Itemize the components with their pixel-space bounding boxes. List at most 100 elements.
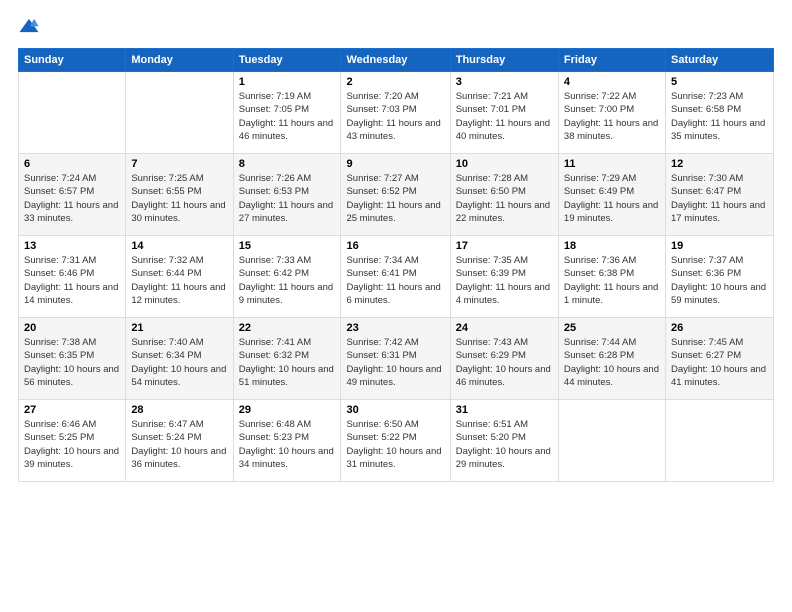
day-number: 22 [239, 322, 336, 334]
calendar-cell: 21Sunrise: 7:40 AM Sunset: 6:34 PM Dayli… [126, 318, 233, 400]
day-number: 1 [239, 76, 336, 88]
day-info: Sunrise: 7:31 AM Sunset: 6:46 PM Dayligh… [24, 254, 120, 307]
day-number: 3 [456, 76, 553, 88]
day-info: Sunrise: 6:48 AM Sunset: 5:23 PM Dayligh… [239, 418, 336, 471]
weekday-header-thursday: Thursday [450, 49, 558, 72]
calendar-cell: 8 Sunrise: 7:26 AM Sunset: 6:53 PM Daylig… [233, 154, 341, 236]
day-info: Sunrise: 7:44 AM Sunset: 6:28 PM Dayligh… [564, 336, 660, 389]
weekday-header-wednesday: Wednesday [341, 49, 450, 72]
day-number: 23 [346, 322, 444, 334]
calendar-cell: 22 Sunrise: 7:41 AM Sunset: 6:32 PM Dayli… [233, 318, 341, 400]
calendar-cell: 10 Sunrise: 7:28 AM Sunset: 6:50 PM Dayli… [450, 154, 558, 236]
calendar-cell: 2 Sunrise: 7:20 AM Sunset: 7:03 PM Daylig… [341, 72, 450, 154]
day-number: 29 [239, 404, 336, 416]
day-info: Sunrise: 7:24 AM Sunset: 6:57 PM Dayligh… [24, 172, 120, 225]
calendar-cell: 11 Sunrise: 7:29 AM Sunset: 6:49 PM Dayli… [558, 154, 665, 236]
calendar-cell: 15 Sunrise: 7:33 AM Sunset: 6:42 PM Dayli… [233, 236, 341, 318]
day-number: 28 [131, 404, 227, 416]
calendar-cell: 16Sunrise: 7:34 AM Sunset: 6:41 PM Dayli… [341, 236, 450, 318]
day-number: 6 [24, 158, 120, 170]
weekday-header-friday: Friday [558, 49, 665, 72]
day-info: Sunrise: 7:22 AM Sunset: 7:00 PM Dayligh… [564, 90, 660, 143]
day-info: Sunrise: 6:50 AM Sunset: 5:22 PM Dayligh… [346, 418, 444, 471]
day-info: Sunrise: 6:51 AM Sunset: 5:20 PM Dayligh… [456, 418, 553, 471]
day-info: Sunrise: 7:30 AM Sunset: 6:47 PM Dayligh… [671, 172, 768, 225]
day-number: 10 [456, 158, 553, 170]
day-info: Sunrise: 7:43 AM Sunset: 6:29 PM Dayligh… [456, 336, 553, 389]
day-number: 4 [564, 76, 660, 88]
weekday-header-saturday: Saturday [665, 49, 773, 72]
calendar-week-5: 27 Sunrise: 6:46 AM Sunset: 5:25 PM Dayli… [19, 400, 774, 482]
weekday-header-tuesday: Tuesday [233, 49, 341, 72]
calendar-cell: 6 Sunrise: 7:24 AM Sunset: 6:57 PM Daylig… [19, 154, 126, 236]
calendar-cell: 13Sunrise: 7:31 AM Sunset: 6:46 PM Dayli… [19, 236, 126, 318]
calendar-cell: 20Sunrise: 7:38 AM Sunset: 6:35 PM Dayli… [19, 318, 126, 400]
calendar-cell: 3 Sunrise: 7:21 AM Sunset: 7:01 PM Daylig… [450, 72, 558, 154]
day-number: 5 [671, 76, 768, 88]
day-info: Sunrise: 7:20 AM Sunset: 7:03 PM Dayligh… [346, 90, 444, 143]
day-info: Sunrise: 7:26 AM Sunset: 6:53 PM Dayligh… [239, 172, 336, 225]
day-info: Sunrise: 7:28 AM Sunset: 6:50 PM Dayligh… [456, 172, 553, 225]
day-number: 16 [346, 240, 444, 252]
calendar-cell [19, 72, 126, 154]
calendar-week-4: 20Sunrise: 7:38 AM Sunset: 6:35 PM Dayli… [19, 318, 774, 400]
day-number: 20 [24, 322, 120, 334]
calendar-cell: 17 Sunrise: 7:35 AM Sunset: 6:39 PM Dayli… [450, 236, 558, 318]
calendar-cell [558, 400, 665, 482]
calendar-cell: 31Sunrise: 6:51 AM Sunset: 5:20 PM Dayli… [450, 400, 558, 482]
calendar-week-2: 6 Sunrise: 7:24 AM Sunset: 6:57 PM Daylig… [19, 154, 774, 236]
calendar-cell: 1 Sunrise: 7:19 AM Sunset: 7:05 PM Daylig… [233, 72, 341, 154]
day-number: 17 [456, 240, 553, 252]
day-info: Sunrise: 7:27 AM Sunset: 6:52 PM Dayligh… [346, 172, 444, 225]
weekday-header-monday: Monday [126, 49, 233, 72]
day-number: 27 [24, 404, 120, 416]
calendar-cell: 5Sunrise: 7:23 AM Sunset: 6:58 PM Daylig… [665, 72, 773, 154]
calendar-cell: 29 Sunrise: 6:48 AM Sunset: 5:23 PM Dayli… [233, 400, 341, 482]
calendar-cell: 19 Sunrise: 7:37 AM Sunset: 6:36 PM Dayli… [665, 236, 773, 318]
calendar-cell: 25 Sunrise: 7:44 AM Sunset: 6:28 PM Dayli… [558, 318, 665, 400]
day-number: 26 [671, 322, 768, 334]
day-info: Sunrise: 7:25 AM Sunset: 6:55 PM Dayligh… [131, 172, 227, 225]
day-number: 30 [346, 404, 444, 416]
calendar-cell: 24 Sunrise: 7:43 AM Sunset: 6:29 PM Dayli… [450, 318, 558, 400]
weekday-header-sunday: Sunday [19, 49, 126, 72]
calendar-cell [126, 72, 233, 154]
calendar-cell: 28Sunrise: 6:47 AM Sunset: 5:24 PM Dayli… [126, 400, 233, 482]
calendar-cell: 12 Sunrise: 7:30 AM Sunset: 6:47 PM Dayli… [665, 154, 773, 236]
calendar-cell: 26Sunrise: 7:45 AM Sunset: 6:27 PM Dayli… [665, 318, 773, 400]
day-number: 12 [671, 158, 768, 170]
day-info: Sunrise: 7:32 AM Sunset: 6:44 PM Dayligh… [131, 254, 227, 307]
calendar-cell: 4 Sunrise: 7:22 AM Sunset: 7:00 PM Daylig… [558, 72, 665, 154]
day-number: 2 [346, 76, 444, 88]
calendar-cell: 30 Sunrise: 6:50 AM Sunset: 5:22 PM Dayli… [341, 400, 450, 482]
header [18, 16, 774, 38]
day-number: 8 [239, 158, 336, 170]
day-number: 24 [456, 322, 553, 334]
day-number: 19 [671, 240, 768, 252]
day-info: Sunrise: 7:35 AM Sunset: 6:39 PM Dayligh… [456, 254, 553, 307]
day-info: Sunrise: 7:36 AM Sunset: 6:38 PM Dayligh… [564, 254, 660, 307]
day-info: Sunrise: 7:33 AM Sunset: 6:42 PM Dayligh… [239, 254, 336, 307]
day-number: 25 [564, 322, 660, 334]
day-info: Sunrise: 7:42 AM Sunset: 6:31 PM Dayligh… [346, 336, 444, 389]
day-number: 11 [564, 158, 660, 170]
weekday-header-row: SundayMondayTuesdayWednesdayThursdayFrid… [19, 49, 774, 72]
day-number: 9 [346, 158, 444, 170]
calendar-cell: 18 Sunrise: 7:36 AM Sunset: 6:38 PM Dayli… [558, 236, 665, 318]
page: SundayMondayTuesdayWednesdayThursdayFrid… [0, 0, 792, 612]
day-number: 15 [239, 240, 336, 252]
calendar-table: SundayMondayTuesdayWednesdayThursdayFrid… [18, 48, 774, 482]
day-info: Sunrise: 7:19 AM Sunset: 7:05 PM Dayligh… [239, 90, 336, 143]
day-info: Sunrise: 7:29 AM Sunset: 6:49 PM Dayligh… [564, 172, 660, 225]
day-info: Sunrise: 7:21 AM Sunset: 7:01 PM Dayligh… [456, 90, 553, 143]
day-number: 14 [131, 240, 227, 252]
day-info: Sunrise: 6:46 AM Sunset: 5:25 PM Dayligh… [24, 418, 120, 471]
day-number: 7 [131, 158, 227, 170]
day-info: Sunrise: 7:41 AM Sunset: 6:32 PM Dayligh… [239, 336, 336, 389]
calendar-cell: 23 Sunrise: 7:42 AM Sunset: 6:31 PM Dayli… [341, 318, 450, 400]
day-info: Sunrise: 7:37 AM Sunset: 6:36 PM Dayligh… [671, 254, 768, 307]
calendar-week-3: 13Sunrise: 7:31 AM Sunset: 6:46 PM Dayli… [19, 236, 774, 318]
calendar-week-1: 1 Sunrise: 7:19 AM Sunset: 7:05 PM Daylig… [19, 72, 774, 154]
day-info: Sunrise: 7:40 AM Sunset: 6:34 PM Dayligh… [131, 336, 227, 389]
day-number: 18 [564, 240, 660, 252]
